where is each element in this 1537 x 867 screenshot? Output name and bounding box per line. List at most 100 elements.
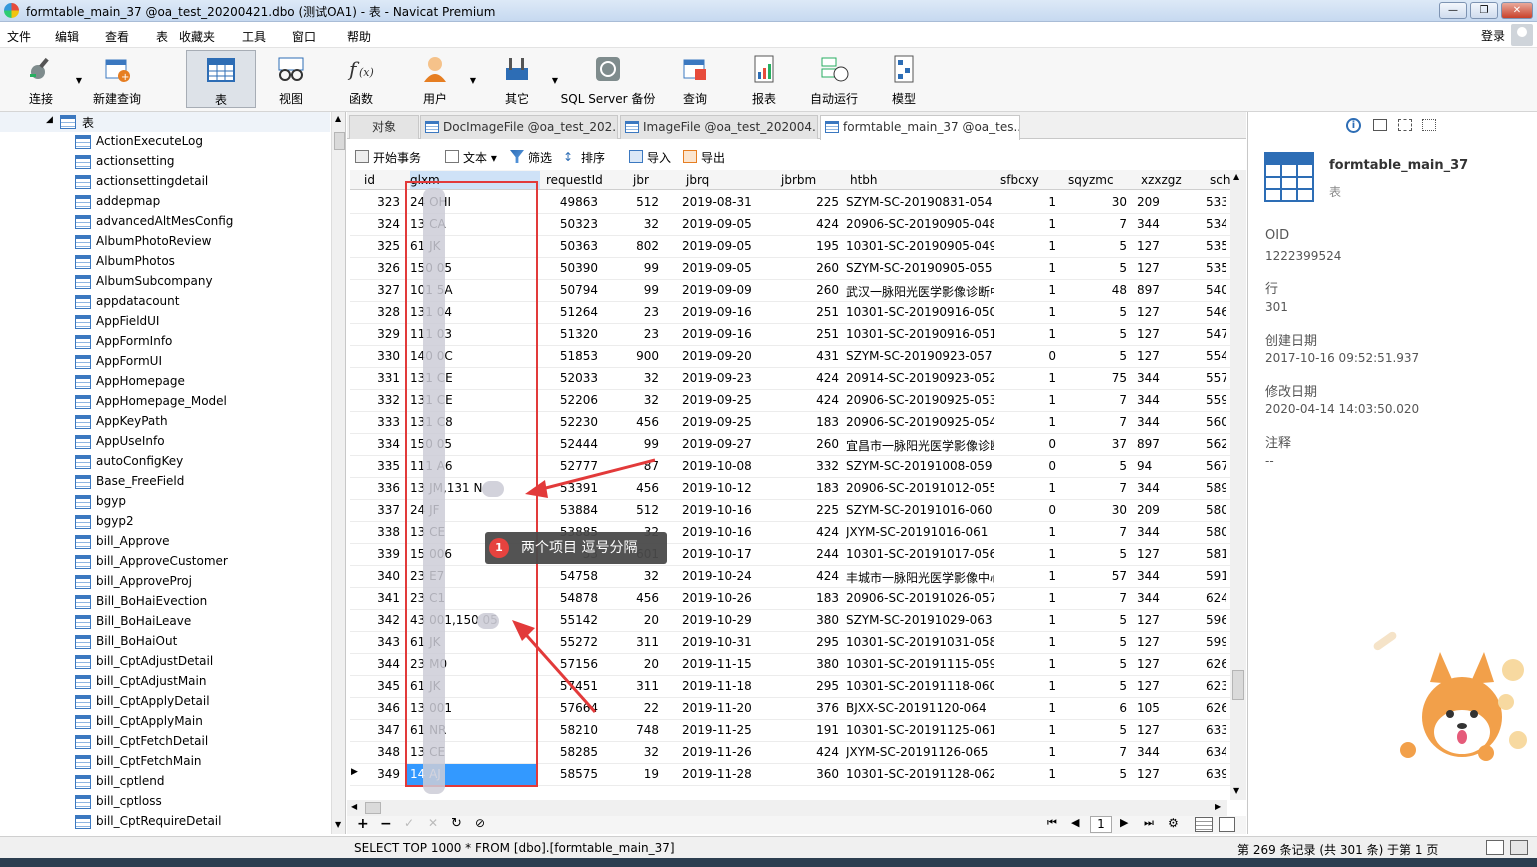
cell-jbr[interactable]: 32 [629,371,659,385]
cell-sfbcxy[interactable]: 0 [996,503,1056,517]
cell-jbrq[interactable]: 2019-10-17 [682,547,772,561]
cell-jbr[interactable]: 22 [629,701,659,715]
cell-sch[interactable]: 562 [1206,437,1226,451]
scroll-down-icon[interactable]: ▼ [335,820,341,829]
sidebar-item[interactable]: bill_cptloss [0,792,330,812]
cell-jbr[interactable]: 99 [629,437,659,451]
cell-jbrq[interactable]: 2019-11-18 [682,679,772,693]
cell-sqyzmc[interactable]: 7 [1064,525,1127,539]
cell-htbh[interactable]: SZYM-SC-20191008-059 [846,459,994,473]
cell-jbrbm[interactable]: 195 [777,239,839,253]
sidebar-item[interactable]: bill_ApproveCustomer [0,552,330,572]
sidebar-item[interactable]: bill_CptApplyDetail [0,692,330,712]
new-query-button[interactable]: + 新建查询 [88,50,146,108]
cell-jbrbm[interactable]: 332 [777,459,839,473]
table-button[interactable]: 表 [186,50,256,108]
next-page-icon[interactable]: ▶ [1120,816,1128,829]
grid-horizontal-scrollbar[interactable]: ◀ ▶ [347,800,1227,816]
cell-sch[interactable]: 533 [1206,195,1226,209]
form-view-icon[interactable] [1219,817,1235,832]
cell-sch[interactable]: 535 [1206,261,1226,275]
layout-toggle-icon[interactable] [1486,840,1504,855]
cell-xzxzgz[interactable]: 127 [1137,613,1197,627]
cell-id[interactable]: 347 [360,723,400,737]
cell-jbrq[interactable]: 2019-09-05 [682,239,772,253]
sidebar-item[interactable]: bill_CptFetchMain [0,752,330,772]
cell-sch[interactable]: 591 [1206,569,1226,583]
cell-sfbcxy[interactable]: 1 [996,371,1056,385]
view-button[interactable]: 视图 [262,50,320,108]
cell-jbrq[interactable]: 2019-09-05 [682,261,772,275]
grid-scroll-thumb[interactable] [1232,670,1244,700]
table-row[interactable]: 337 24 JF 53884 512 2019-10-16 225 SZYM-SC-201… [350,500,1230,522]
sidebar-item[interactable]: AppFieldUI [0,312,330,332]
filter-button[interactable]: 筛选 [510,149,552,166]
sidebar-item[interactable]: Bill_BoHaiLeave [0,612,330,632]
cell-jbrbm[interactable]: 380 [777,657,839,671]
menu-table[interactable]: 表 [156,28,168,45]
cell-sfbcxy[interactable]: 1 [996,283,1056,297]
sidebar-item[interactable]: bgyp2 [0,512,330,532]
cell-htbh[interactable]: 20906-SC-20190925-053 [846,393,994,407]
cell-jbrq[interactable]: 2019-09-27 [682,437,772,451]
cell-sfbcxy[interactable]: 1 [996,569,1056,583]
cell-glxm[interactable]: 61 NR [406,720,536,741]
cell-htbh[interactable]: 20906-SC-20191012-055 [846,481,994,495]
cell-sqyzmc[interactable]: 5 [1064,635,1127,649]
cell-jbr[interactable]: 802 [629,239,659,253]
sidebar-item[interactable]: Base_FreeField [0,472,330,492]
cell-htbh[interactable]: SZYM-SC-20190905-055 [846,261,994,275]
cell-jbrq[interactable]: 2019-09-20 [682,349,772,363]
tab-formtable-main-37[interactable]: formtable_main_37 @oa_tes... [820,115,1020,140]
cell-id[interactable]: 327 [360,283,400,297]
cell-htbh[interactable]: 20906-SC-20191026-057 [846,591,994,605]
tree-node-tables[interactable]: ◢ 表 [0,112,330,132]
cell-sch[interactable]: 626 [1206,657,1226,671]
cell-glxm[interactable]: 140 0C [406,346,536,367]
cell-sch[interactable]: 540 [1206,283,1226,297]
table-row[interactable]: 348 13 CE 58285 32 2019-11-26 424 JXYM-SC-2019… [350,742,1230,764]
cell-id[interactable]: 348 [360,745,400,759]
refresh-icon[interactable]: ↻ [451,816,462,831]
cell-htbh[interactable]: 宜昌市一脉阳光医学影像诊断 [846,437,994,454]
cell-id[interactable]: 328 [360,305,400,319]
cell-jbrq[interactable]: 2019-10-16 [682,525,772,539]
minimize-button[interactable]: — [1439,2,1467,19]
cell-requestId[interactable]: 51853 [542,349,598,363]
cell-id[interactable]: 334 [360,437,400,451]
sidebar-item[interactable]: AlbumSubcompany [0,272,330,292]
cell-glxm[interactable]: 101 5A [406,280,536,301]
table-row[interactable]: 346 13 001 57664 22 2019-11-20 376 BJXX-SC-201… [350,698,1230,720]
cell-glxm[interactable]: 61 JK [406,236,536,257]
cell-htbh[interactable]: 10301-SC-20190905-049 [846,239,994,253]
cell-xzxzgz[interactable]: 127 [1137,767,1197,781]
ddl-icon[interactable] [1373,119,1387,131]
table-row[interactable]: 323 24 OHI 49863 512 2019-08-31 225 SZYM-SC-20… [350,192,1230,214]
column-header-sqyzmc[interactable]: sqyzmc [1068,173,1114,187]
cell-sfbcxy[interactable]: 1 [996,701,1056,715]
cell-jbrq[interactable]: 2019-11-15 [682,657,772,671]
cell-requestId[interactable]: 55272 [542,635,598,649]
cell-htbh[interactable]: 10301-SC-20191115-059 [846,657,994,671]
cell-id[interactable]: 349 [360,767,400,781]
cell-sfbcxy[interactable]: 1 [996,481,1056,495]
cell-glxm[interactable]: 43 001,150 05 [406,610,536,631]
cell-jbrbm[interactable]: 191 [777,723,839,737]
cell-sch[interactable]: 580 [1206,503,1226,517]
cell-requestId[interactable]: 54758 [542,569,598,583]
menu-tools[interactable]: 工具 [242,28,266,45]
sidebar-item[interactable]: bill_CptRequireDetail [0,812,330,832]
cell-sqyzmc[interactable]: 48 [1064,283,1127,297]
cell-sqyzmc[interactable]: 7 [1064,481,1127,495]
cell-xzxzgz[interactable]: 127 [1137,547,1197,561]
scroll-up-icon[interactable]: ▲ [1233,172,1239,181]
cell-sfbcxy[interactable]: 1 [996,525,1056,539]
cell-sch[interactable]: 589 [1206,481,1226,495]
cell-sch[interactable]: 547 [1206,327,1226,341]
cell-htbh[interactable]: 10301-SC-20191017-056 [846,547,994,561]
cell-xzxzgz[interactable]: 344 [1137,591,1197,605]
cell-glxm[interactable]: 24 OHI [406,192,536,213]
cell-requestId[interactable]: 49863 [542,195,598,209]
sidebar-scroll-thumb[interactable] [334,132,345,150]
sidebar-item[interactable]: AppHomepage [0,372,330,392]
